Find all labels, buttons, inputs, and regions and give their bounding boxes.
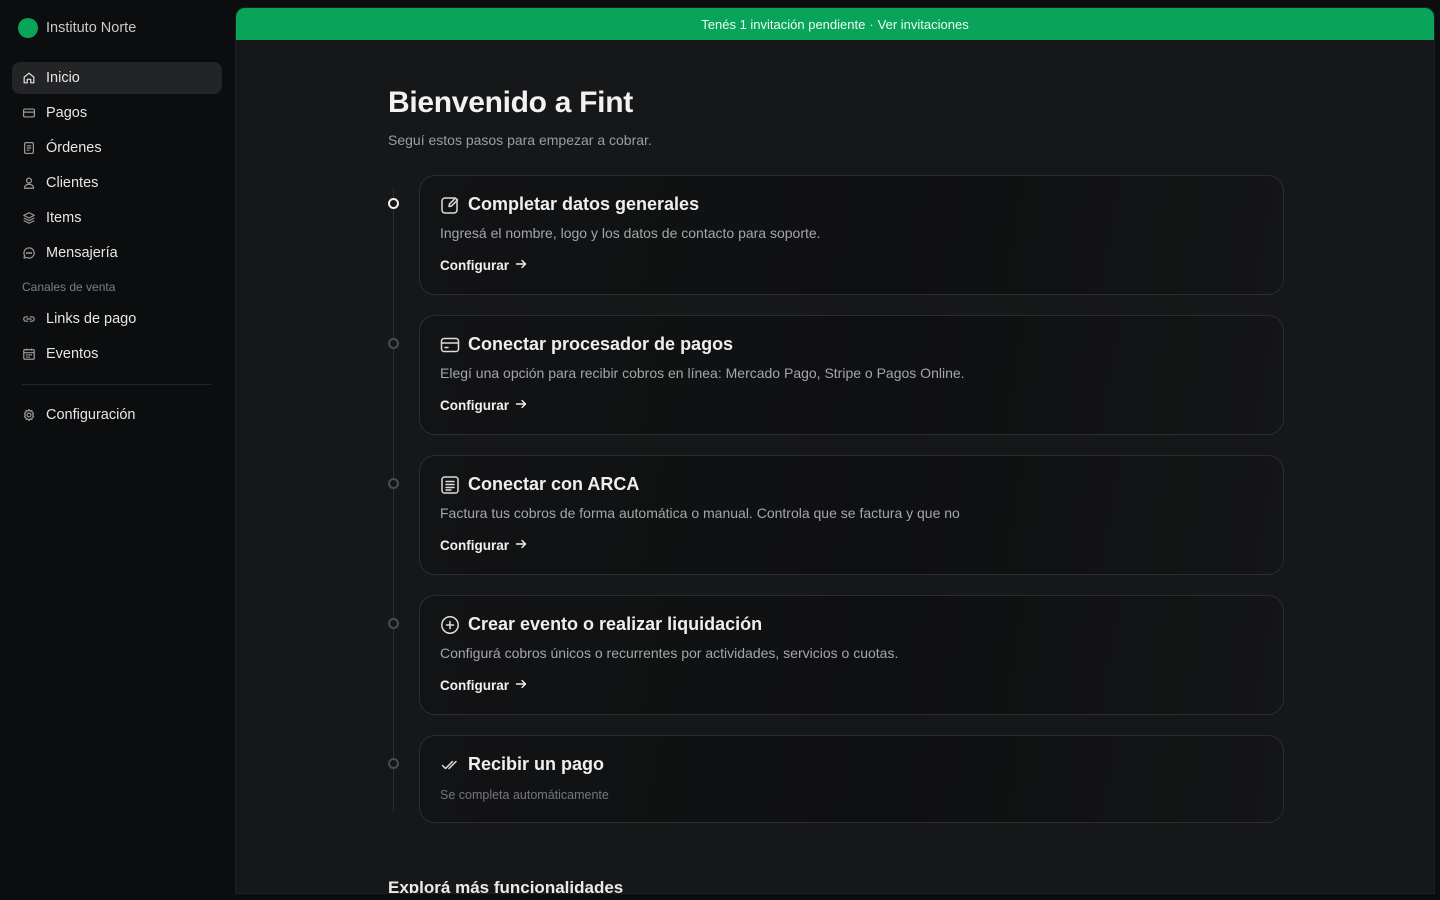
arrow-right-icon (515, 398, 527, 413)
sidebar-nav: Inicio Pagos Órdenes Clientes Items Mens… (12, 62, 222, 434)
configure-label: Configurar (440, 398, 509, 413)
step-description: Configurá cobros únicos o recurrentes po… (440, 645, 899, 661)
main-panel: Tenés 1 invitación pendiente · Ver invit… (235, 7, 1435, 894)
gear-icon (22, 408, 36, 422)
step-description: Ingresá el nombre, logo y los datos de c… (440, 225, 821, 241)
step-card: Conectar procesador de pagos Elegí una o… (419, 315, 1284, 435)
document-icon (22, 141, 36, 155)
step-card: Recibir un pago Se completa automáticame… (419, 735, 1284, 823)
layers-icon (22, 211, 36, 225)
page-subtitle: Seguí estos pasos para empezar a cobrar. (388, 132, 652, 148)
step-item: Recibir un pago Se completa automáticame… (388, 735, 1284, 823)
sidebar-item-label: Links de pago (46, 311, 137, 327)
sidebar-item-label: Mensajería (46, 245, 118, 261)
step-item: Conectar con ARCA Factura tus cobros de … (388, 455, 1284, 595)
sidebar-item-label: Inicio (46, 70, 80, 86)
sidebar-item-items[interactable]: Items (12, 202, 222, 234)
step-title: Conectar con ARCA (468, 474, 640, 494)
step-title: Crear evento o realizar liquidación (468, 614, 763, 634)
arrow-right-icon (515, 678, 527, 693)
page-title: Bienvenido a Fint (388, 86, 633, 119)
sidebar-item-inicio[interactable]: Inicio (12, 62, 222, 94)
step-card: Conectar con ARCA Factura tus cobros de … (419, 455, 1284, 575)
step-description: Factura tus cobros de forma automática o… (440, 505, 960, 521)
sidebar-item-label: Pagos (46, 105, 88, 121)
step-title: Conectar procesador de pagos (468, 334, 734, 354)
step-status-dot (388, 758, 399, 769)
step-status-dot (388, 198, 399, 209)
invitation-banner[interactable]: Tenés 1 invitación pendiente · Ver invit… (236, 8, 1434, 40)
step-header: Recibir un pago (440, 754, 604, 775)
step-description: Elegí una opción para recibir cobros en … (440, 365, 965, 381)
sidebar: Instituto Norte Inicio Pagos Órdenes Cli… (0, 0, 234, 900)
sidebar-divider (22, 384, 212, 385)
sidebar-item-eventos[interactable]: Eventos (12, 338, 222, 370)
step-title: Completar datos generales (468, 194, 700, 214)
calendar-icon (22, 347, 36, 361)
onboarding-content: Bienvenido a Fint Seguí estos pasos para… (388, 40, 1284, 893)
card-icon (22, 106, 36, 120)
org-switcher[interactable]: Instituto Norte (18, 17, 136, 39)
sidebar-item-label: Órdenes (46, 140, 102, 156)
step-header: Completar datos generales (440, 194, 699, 215)
configure-label: Configurar (440, 538, 509, 553)
sidebar-item-links-de-pago[interactable]: Links de pago (12, 303, 222, 335)
step-card: Crear evento o realizar liquidación Conf… (419, 595, 1284, 715)
org-avatar (18, 18, 38, 38)
app: Instituto Norte Inicio Pagos Órdenes Cli… (0, 0, 1440, 900)
step-status-dot (388, 338, 399, 349)
configure-link[interactable]: Configurar (440, 398, 527, 413)
step-item: Crear evento o realizar liquidación Conf… (388, 595, 1284, 735)
edit-icon (440, 195, 460, 215)
banner-separator: · (869, 16, 874, 32)
sidebar-item-clientes[interactable]: Clientes (12, 167, 222, 199)
receipt-icon (440, 475, 460, 495)
sidebar-item-label: Items (46, 210, 82, 226)
configure-link[interactable]: Configurar (440, 678, 527, 693)
configure-label: Configurar (440, 258, 509, 273)
sidebar-item-label: Clientes (46, 175, 99, 191)
step-description: Se completa automáticamente (440, 788, 609, 802)
step-header: Conectar con ARCA (440, 474, 639, 495)
banner-text: Tenés 1 invitación pendiente (701, 16, 866, 32)
view-invitations-link[interactable]: Ver invitaciones (878, 17, 969, 32)
link-icon (22, 312, 36, 326)
sidebar-item-pagos[interactable]: Pagos (12, 97, 222, 129)
step-header: Conectar procesador de pagos (440, 334, 733, 355)
step-card: Completar datos generales Ingresá el nom… (419, 175, 1284, 295)
step-item: Conectar procesador de pagos Elegí una o… (388, 315, 1284, 455)
sidebar-item-label: Eventos (46, 346, 99, 362)
step-header: Crear evento o realizar liquidación (440, 614, 762, 635)
step-status-dot (388, 478, 399, 489)
sidebar-item-mensajeria[interactable]: Mensajería (12, 237, 222, 269)
card-icon (440, 335, 460, 355)
step-title: Recibir un pago (468, 754, 605, 774)
configure-link[interactable]: Configurar (440, 258, 527, 273)
double-check-icon (440, 755, 460, 775)
org-name: Instituto Norte (46, 20, 137, 36)
configure-label: Configurar (440, 678, 509, 693)
arrow-right-icon (515, 258, 527, 273)
home-icon (22, 71, 36, 85)
explore-heading: Explorá más funcionalidades (388, 878, 624, 894)
chat-icon (22, 246, 36, 260)
sidebar-item-ordenes[interactable]: Órdenes (12, 132, 222, 164)
step-status-dot (388, 618, 399, 629)
section-label-canales: Canales de venta (22, 280, 116, 294)
arrow-right-icon (515, 538, 527, 553)
sidebar-item-label: Configuración (46, 407, 136, 423)
sidebar-item-configuracion[interactable]: Configuración (12, 399, 222, 431)
user-icon (22, 176, 36, 190)
configure-link[interactable]: Configurar (440, 538, 527, 553)
onboarding-steps: Completar datos generales Ingresá el nom… (388, 175, 1284, 823)
step-item: Completar datos generales Ingresá el nom… (388, 175, 1284, 315)
plus-circle-icon (440, 615, 460, 635)
